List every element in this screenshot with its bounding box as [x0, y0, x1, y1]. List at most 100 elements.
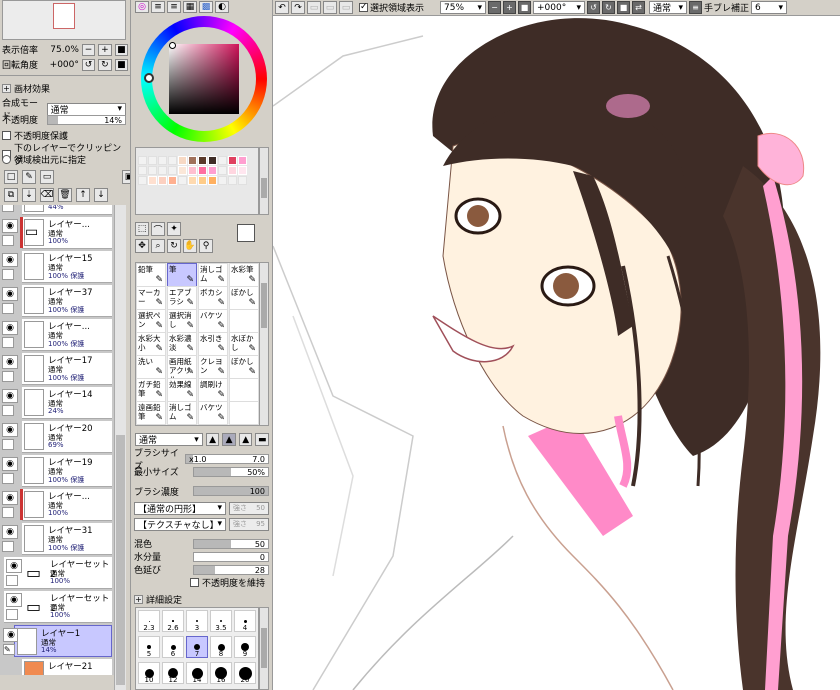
- layer-item[interactable]: ◉ レイヤー20 通常 69%: [2, 421, 112, 453]
- opacity-slider[interactable]: 14%: [46, 114, 126, 125]
- brush-size-preset[interactable]: 4: [234, 610, 256, 632]
- layer-item[interactable]: ◉ レイヤー... 通常 100%: [2, 489, 112, 521]
- delete-layer-icon[interactable]: 🗑: [58, 188, 72, 202]
- layer-item[interactable]: ◉レイヤー 26通常44%: [2, 205, 112, 215]
- color-swatch[interactable]: [138, 166, 147, 175]
- visibility-eye-icon[interactable]: ◉: [2, 423, 18, 437]
- layer-item[interactable]: レイヤー21: [22, 659, 112, 675]
- color-swatch[interactable]: [188, 166, 197, 175]
- zoom-reset-button[interactable]: ■: [114, 43, 129, 56]
- tool-button[interactable]: クレヨン ✎: [198, 355, 228, 379]
- zoom-out-button[interactable]: −: [81, 43, 96, 56]
- color-swatch[interactable]: [158, 176, 167, 185]
- paper-toggle-icon[interactable]: +: [2, 84, 11, 93]
- clear-button[interactable]: ▭: [339, 1, 353, 14]
- layer-item[interactable]: ◉ レイヤー17 通常 100% 保護: [2, 353, 112, 385]
- toolbar-zoom-reset-button[interactable]: ■: [518, 1, 532, 14]
- color-swatch[interactable]: [188, 176, 197, 185]
- layer-scroll-thumb[interactable]: [116, 435, 125, 685]
- visibility-eye-icon[interactable]: ◉: [6, 593, 22, 607]
- rotate-right-button[interactable]: ↻: [98, 58, 112, 71]
- layer-item[interactable]: ◉ レイヤー14 通常 24%: [2, 387, 112, 419]
- layer-item[interactable]: ◉ レイヤー37 通常 100% 保護: [2, 285, 112, 317]
- color-swatch[interactable]: [198, 156, 207, 165]
- merge-down-icon[interactable]: ⇣: [22, 188, 36, 202]
- tool-button[interactable]: 洗い ✎: [136, 355, 166, 379]
- color-wheel[interactable]: [141, 16, 267, 142]
- layer-lock-checkbox[interactable]: [2, 269, 14, 280]
- color-swatch[interactable]: [168, 166, 177, 175]
- zoom-tool-icon[interactable]: ⌕: [151, 239, 165, 253]
- rotate-tool-icon[interactable]: ↻: [167, 239, 181, 253]
- tool-button[interactable]: バケツ ✎: [198, 309, 228, 333]
- color-swatch[interactable]: [238, 176, 247, 185]
- water-slider[interactable]: 0: [193, 551, 269, 562]
- tool-button[interactable]: 消しゴム ✎: [167, 401, 197, 425]
- clear-layer-icon[interactable]: ⌫: [40, 188, 54, 202]
- brush-size-preset[interactable]: 8: [210, 636, 232, 658]
- swatch-tab-icon[interactable]: ▦: [183, 1, 197, 13]
- hue-marker[interactable]: [144, 73, 154, 83]
- move-icon[interactable]: ✥: [135, 239, 149, 253]
- zoom-in-button[interactable]: +: [98, 43, 112, 56]
- layer-lock-checkbox[interactable]: [2, 235, 14, 246]
- layer-lock-checkbox[interactable]: [6, 609, 18, 620]
- brush-size-preset[interactable]: 6: [162, 636, 184, 658]
- detect-source-radio[interactable]: [2, 155, 11, 164]
- toolbar-rotate-reset-button[interactable]: ■: [617, 1, 631, 14]
- redo-button[interactable]: ↷: [291, 1, 305, 14]
- hsv-slider-tab-icon[interactable]: ≡: [167, 1, 181, 13]
- brush-size-preset[interactable]: 12: [162, 662, 184, 684]
- color-swatch[interactable]: [148, 156, 157, 165]
- move-down-icon[interactable]: ↓: [94, 188, 108, 202]
- rotate-select[interactable]: +000° ▾: [533, 1, 586, 14]
- color-wheel-tab-icon[interactable]: ◎: [135, 1, 149, 13]
- tool-button[interactable]: ボカシ ✎: [198, 286, 228, 310]
- tool-scrollbar[interactable]: [259, 262, 269, 426]
- edge-mid-icon[interactable]: ▲: [222, 433, 236, 446]
- brush-size-preset[interactable]: 3: [186, 610, 208, 632]
- copy-layer-icon[interactable]: ⧉: [4, 188, 18, 202]
- color-swatch[interactable]: [238, 166, 247, 175]
- protect-opacity-checkbox[interactable]: [2, 131, 11, 140]
- stabilizer-icon[interactable]: ≡: [689, 1, 703, 14]
- brush-lock-icon[interactable]: ✎: [3, 644, 15, 655]
- layer-item[interactable]: ◉ レイヤー15 通常 100% 保護: [2, 251, 112, 283]
- layer-item[interactable]: ◉ レイヤー19 通常 100% 保護: [2, 455, 112, 487]
- brush-size-preset[interactable]: 5: [138, 636, 160, 658]
- layer-lock-checkbox[interactable]: [2, 473, 14, 484]
- brush-size-preset[interactable]: 16: [210, 662, 232, 684]
- texture-select[interactable]: 【テクスチャなし】 ▾: [134, 517, 226, 531]
- toolbar-rotate-left-button[interactable]: ↺: [587, 1, 601, 14]
- swatch-scrollbar[interactable]: [259, 147, 269, 215]
- tool-button[interactable]: 選択消し ✎: [167, 309, 197, 333]
- brush-size-preset[interactable]: 10: [138, 662, 160, 684]
- select-display-checkbox[interactable]: ✓: [359, 3, 368, 12]
- navigator-thumbnail[interactable]: [2, 0, 126, 40]
- edge-hard-icon[interactable]: ▲: [205, 433, 220, 446]
- layer-item[interactable]: ◉ レイヤー... 通常 100% 保護: [2, 319, 112, 351]
- invert-select-button[interactable]: ▭: [323, 1, 337, 14]
- layer-item[interactable]: ◉ レイヤー31 通常 100% 保護: [2, 523, 112, 555]
- layer-set-item[interactable]: ◉ ▭ レイヤーセット2 通常 100%: [4, 557, 112, 589]
- toolbar-rotate-right-button[interactable]: ↻: [602, 1, 616, 14]
- hand-icon[interactable]: ✋: [183, 239, 197, 253]
- tool-button[interactable]: 水彩筆 ✎: [229, 263, 259, 287]
- layer-lock-checkbox[interactable]: [2, 303, 14, 314]
- brush-size-preset[interactable]: 7: [186, 636, 208, 658]
- color-swatch[interactable]: [218, 156, 227, 165]
- tool-button[interactable]: 鉛筆 ✎: [136, 263, 166, 287]
- tool-button[interactable]: 水ぼかし ✎: [229, 332, 259, 356]
- swatch-grid[interactable]: [135, 147, 259, 215]
- layer-lock-checkbox[interactable]: [6, 575, 18, 586]
- color-swatch[interactable]: [178, 176, 187, 185]
- color-swatch[interactable]: [228, 156, 237, 165]
- color-swatch[interactable]: [138, 176, 147, 185]
- brush-size-preset[interactable]: 2.6: [162, 610, 184, 632]
- visibility-eye-icon[interactable]: ◉: [2, 525, 18, 539]
- sv-marker[interactable]: [169, 42, 176, 49]
- brush-size-slider[interactable]: x1.0 7.0: [185, 453, 269, 464]
- color-swatch[interactable]: [168, 176, 177, 185]
- visibility-eye-icon[interactable]: ◉: [6, 559, 22, 573]
- tool-button[interactable]: [229, 309, 259, 333]
